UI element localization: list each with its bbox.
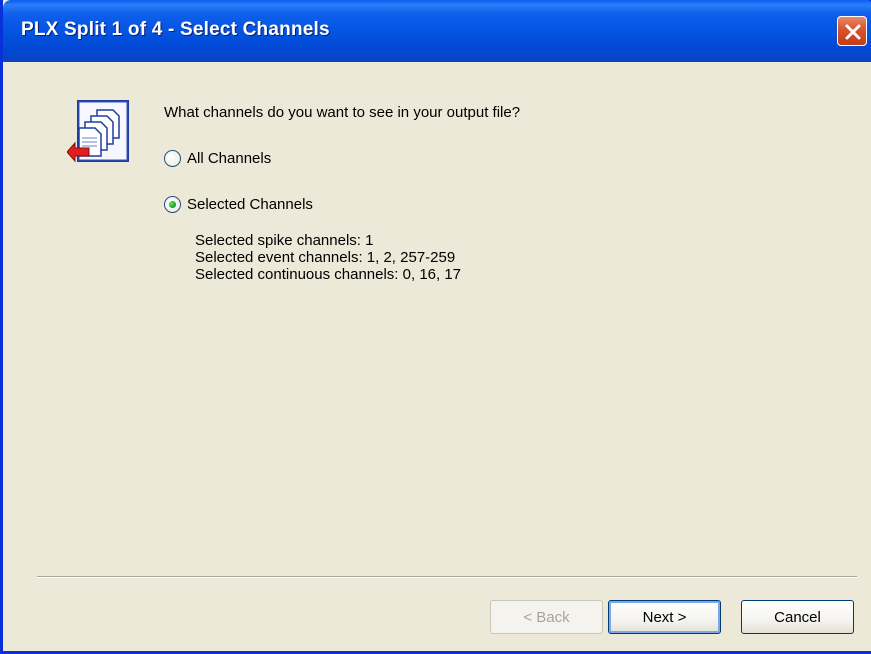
radio-selected-channels-label[interactable]: Selected Channels <box>187 196 313 213</box>
spike-channels-text: Selected spike channels: 1 <box>195 232 374 249</box>
back-button[interactable]: < Back <box>490 600 603 634</box>
radio-selected-channels[interactable]: Selected Channels <box>164 196 313 213</box>
question-label: What channels do you want to see in your… <box>164 104 521 121</box>
continuous-channels-text: Selected continuous channels: 0, 16, 17 <box>195 266 462 283</box>
dialog-body: What channels do you want to see in your… <box>6 62 871 651</box>
event-channels-text: Selected event channels: 1, 2, 257-259 <box>195 249 456 266</box>
radio-all-channels-label[interactable]: All Channels <box>187 150 271 167</box>
next-button[interactable]: Next > <box>608 600 721 634</box>
title-bar[interactable]: PLX Split 1 of 4 - Select Channels <box>3 0 871 62</box>
wizard-documents-icon <box>67 100 129 163</box>
cancel-button[interactable]: Cancel <box>741 600 854 634</box>
radio-checked-dot <box>169 201 176 208</box>
radio-all-channels[interactable]: All Channels <box>164 150 271 167</box>
radio-all-channels-button[interactable] <box>164 150 181 167</box>
footer-separator <box>37 576 857 578</box>
close-icon <box>845 24 861 40</box>
radio-selected-channels-button[interactable] <box>164 196 181 213</box>
close-button[interactable] <box>837 16 867 46</box>
selection-details: Selected spike channels: 1 Selected even… <box>195 232 461 283</box>
dialog-window: PLX Split 1 of 4 - Select Channels What … <box>0 0 871 654</box>
window-title: PLX Split 1 of 4 - Select Channels <box>21 19 330 40</box>
